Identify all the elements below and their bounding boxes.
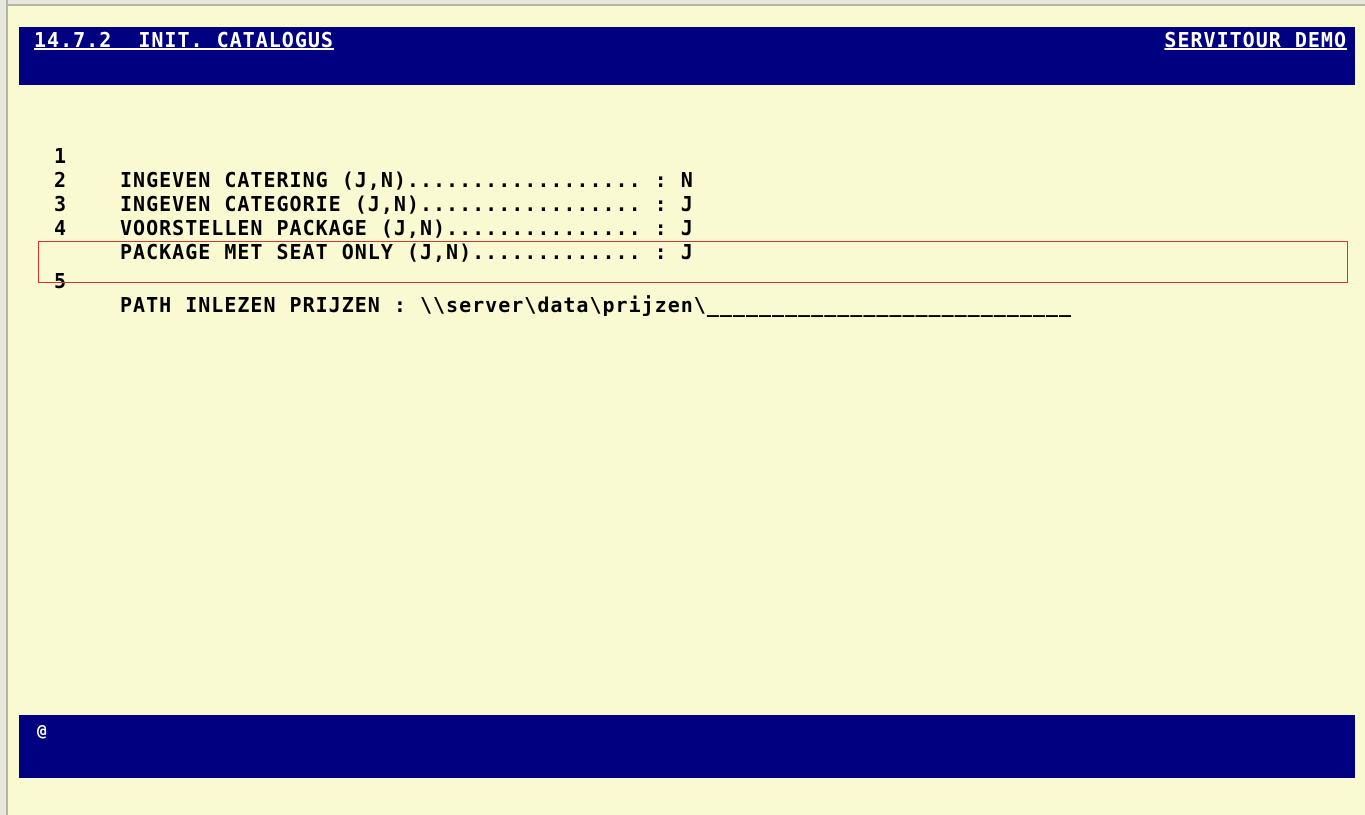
menu-item-label: VOORSTELLEN PACKAGE (J,N)...............… <box>120 216 694 240</box>
window-frame-top <box>0 0 1365 6</box>
menu-item-categorie[interactable]: 2 INGEVEN CATEGORIE (J,N)...............… <box>50 144 693 216</box>
menu-item-package[interactable]: 3 VOORSTELLEN PACKAGE (J,N).............… <box>50 168 693 240</box>
menu-item-seat-only[interactable]: 4 PACKAGE MET SEAT ONLY (J,N)...........… <box>50 192 693 264</box>
path-input-field[interactable]: PATH INLEZEN PRIJZEN : \\server\data\pri… <box>120 293 1072 317</box>
screen-title: 14.7.2 INIT. CATALOGUS <box>34 28 334 52</box>
status-bar: @ <box>19 715 1355 778</box>
window-frame-left <box>0 0 8 815</box>
menu-item-catering[interactable]: 1 INGEVEN CATERING (J,N)................… <box>50 120 693 192</box>
menu-item-label: INGEVEN CATEGORIE (J,N).................… <box>120 192 694 216</box>
command-prompt[interactable]: @ <box>37 721 47 740</box>
menu-item-number: 4 <box>54 216 68 240</box>
selected-row-highlight <box>38 241 1348 283</box>
menu-item-label: INGEVEN CATERING (J,N)..................… <box>120 168 694 192</box>
title-bar: 14.7.2 INIT. CATALOGUS SERVITOUR DEMO <box>19 27 1355 85</box>
company-name: SERVITOUR DEMO <box>1164 28 1347 52</box>
